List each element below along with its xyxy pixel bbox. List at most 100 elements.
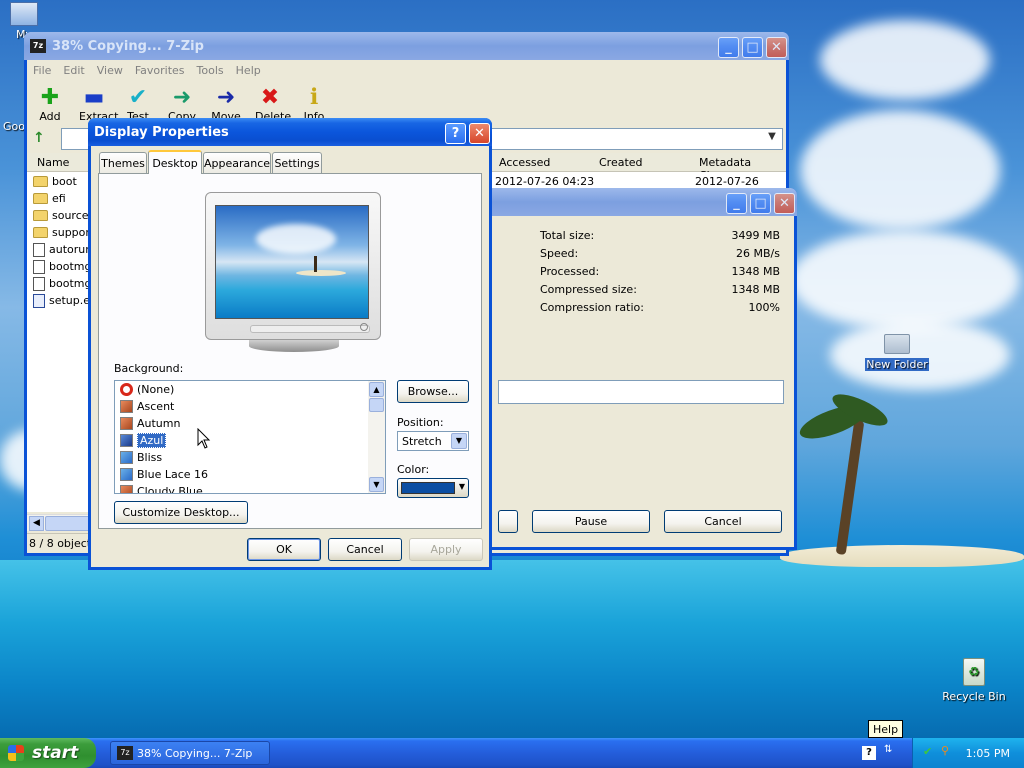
close-button[interactable]: ✕ xyxy=(774,193,795,214)
maximize-button[interactable]: □ xyxy=(750,193,771,214)
up-folder-button[interactable]: ↑ xyxy=(33,130,51,148)
file-row[interactable]: bootmgr xyxy=(27,258,96,275)
list-item[interactable]: Cloudy Blue xyxy=(115,483,385,493)
wallpaper-icon xyxy=(120,485,133,493)
background-button[interactable] xyxy=(498,510,518,533)
compressed-size-value: 1348 MB xyxy=(731,283,780,296)
chevron-down-icon: ▼ xyxy=(458,482,465,491)
menu-favorites[interactable]: Favorites xyxy=(135,64,185,77)
file-row[interactable]: efi xyxy=(27,190,96,207)
tab-panel: Background: (None) Ascent Autumn Azul Bl… xyxy=(98,173,482,529)
help-button[interactable]: ? xyxy=(445,123,466,144)
progress-titlebar[interactable]: _ □ ✕ xyxy=(465,188,797,216)
add-button[interactable]: ✚ Add xyxy=(35,85,65,124)
dropdown-arrow-icon[interactable]: ▼ xyxy=(764,131,780,147)
recycle-bin-icon: ♻ xyxy=(963,658,985,686)
ok-button[interactable]: OK xyxy=(247,538,321,561)
monitor-preview xyxy=(205,192,381,340)
background-listbox[interactable]: (None) Ascent Autumn Azul Bliss Blue Lac… xyxy=(114,380,386,494)
minimize-button[interactable]: _ xyxy=(726,193,747,214)
none-icon xyxy=(120,383,133,396)
close-button[interactable]: ✕ xyxy=(469,123,490,144)
menu-edit[interactable]: Edit xyxy=(63,64,84,77)
tab-desktop[interactable]: Desktop xyxy=(148,150,202,174)
file-row[interactable]: setup.ex xyxy=(27,292,96,309)
file-row[interactable]: autorun xyxy=(27,241,96,258)
pause-button[interactable]: Pause xyxy=(532,510,650,533)
network-tray-icon[interactable]: ⇅ xyxy=(884,744,898,762)
current-file-field xyxy=(498,380,784,404)
scroll-up-icon[interactable]: ▲ xyxy=(369,382,384,397)
tab-themes[interactable]: Themes xyxy=(99,152,147,173)
compression-ratio-label: Compression ratio: xyxy=(540,301,644,314)
new-folder-desktop-icon[interactable]: New Folder xyxy=(862,334,932,371)
network-icon[interactable]: ✔ xyxy=(923,745,937,759)
minus-icon: ▬ xyxy=(83,85,105,110)
folder-icon xyxy=(33,193,48,204)
cancel-button[interactable]: Cancel xyxy=(328,538,402,561)
desktop-sea xyxy=(0,560,1024,740)
processed-value: 1348 MB xyxy=(731,265,780,278)
apply-button[interactable]: Apply xyxy=(409,538,483,561)
position-select[interactable]: Stretch ▼ xyxy=(397,431,469,451)
help-tooltip: Help xyxy=(868,720,904,738)
sevenzip-titlebar[interactable]: 7z 38% Copying... 7-Zip _ □ ✕ xyxy=(24,32,789,60)
list-item[interactable]: Blue Lace 16 xyxy=(115,466,385,483)
file-row[interactable]: support xyxy=(27,224,96,241)
color-picker-button[interactable]: ▼ xyxy=(397,478,469,498)
monitor-stand xyxy=(249,340,339,352)
col-accessed[interactable]: Accessed xyxy=(499,156,550,169)
tab-settings[interactable]: Settings xyxy=(272,152,322,173)
list-item[interactable]: (None) xyxy=(115,381,385,398)
wallpaper-icon xyxy=(120,400,133,413)
tab-appearance[interactable]: Appearance xyxy=(203,152,271,173)
position-label: Position: xyxy=(397,416,444,429)
list-item[interactable]: Ascent xyxy=(115,398,385,415)
vertical-scrollbar[interactable]: ▲ ▼ xyxy=(368,381,385,493)
sevenzip-title: 38% Copying... 7-Zip xyxy=(52,38,204,54)
total-size-value: 3499 MB xyxy=(731,229,780,242)
minimize-button[interactable]: _ xyxy=(718,37,739,58)
help-tray-icon[interactable]: ? xyxy=(862,746,876,760)
chevron-down-icon[interactable]: ▼ xyxy=(451,433,467,449)
list-item[interactable]: Autumn xyxy=(115,415,385,432)
list-item[interactable]: Bliss xyxy=(115,449,385,466)
customize-desktop-button[interactable]: Customize Desktop... xyxy=(114,501,248,524)
maximize-button[interactable]: □ xyxy=(742,37,763,58)
list-item[interactable]: Azul xyxy=(115,432,385,449)
display-properties-titlebar[interactable]: Display Properties ? ✕ xyxy=(88,118,492,146)
col-name[interactable]: Name xyxy=(37,156,69,169)
file-row[interactable]: sources xyxy=(27,207,96,224)
scrollbar-thumb[interactable] xyxy=(369,398,384,412)
menu-view[interactable]: View xyxy=(97,64,123,77)
taskbar-item-7zip[interactable]: 7z 38% Copying... 7-Zip xyxy=(110,741,270,765)
menu-tools[interactable]: Tools xyxy=(197,64,224,77)
sevenzip-app-icon: 7z xyxy=(30,39,46,53)
file-row[interactable]: bootmgr xyxy=(27,275,96,292)
speed-value: 26 MB/s xyxy=(736,247,780,260)
plus-icon: ✚ xyxy=(40,85,60,110)
menu-help[interactable]: Help xyxy=(236,64,261,77)
menu-file[interactable]: File xyxy=(33,64,51,77)
sevenzip-menubar: File Edit View Favorites Tools Help xyxy=(27,60,786,80)
clock[interactable]: 1:05 PM xyxy=(966,747,1010,760)
folder-icon xyxy=(884,334,910,354)
close-button[interactable]: ✕ xyxy=(766,37,787,58)
background-label: Background: xyxy=(114,362,184,375)
scroll-left-icon[interactable]: ◀ xyxy=(29,516,44,531)
delete-x-icon: ✖ xyxy=(260,85,280,110)
start-button[interactable]: start xyxy=(0,738,96,768)
col-created[interactable]: Created xyxy=(599,156,643,169)
recycle-bin-desktop-icon[interactable]: ♻ Recycle Bin xyxy=(940,658,1008,703)
scroll-down-icon[interactable]: ▼ xyxy=(369,477,384,492)
mouse-cursor-icon xyxy=(197,428,211,449)
accessed-timestamp: 2012-07-26 04:23 xyxy=(495,175,595,188)
google-desktop-icon[interactable]: Goo xyxy=(2,120,26,133)
file-row[interactable]: boot xyxy=(27,173,96,190)
cancel-copy-button[interactable]: Cancel xyxy=(664,510,782,533)
browse-button[interactable]: Browse... xyxy=(397,380,469,403)
system-tray: ✔ ⚲ 1:05 PM xyxy=(912,738,1024,768)
processed-label: Processed: xyxy=(540,265,600,278)
color-swatch xyxy=(401,482,455,494)
search-icon[interactable]: ⚲ xyxy=(941,744,955,758)
